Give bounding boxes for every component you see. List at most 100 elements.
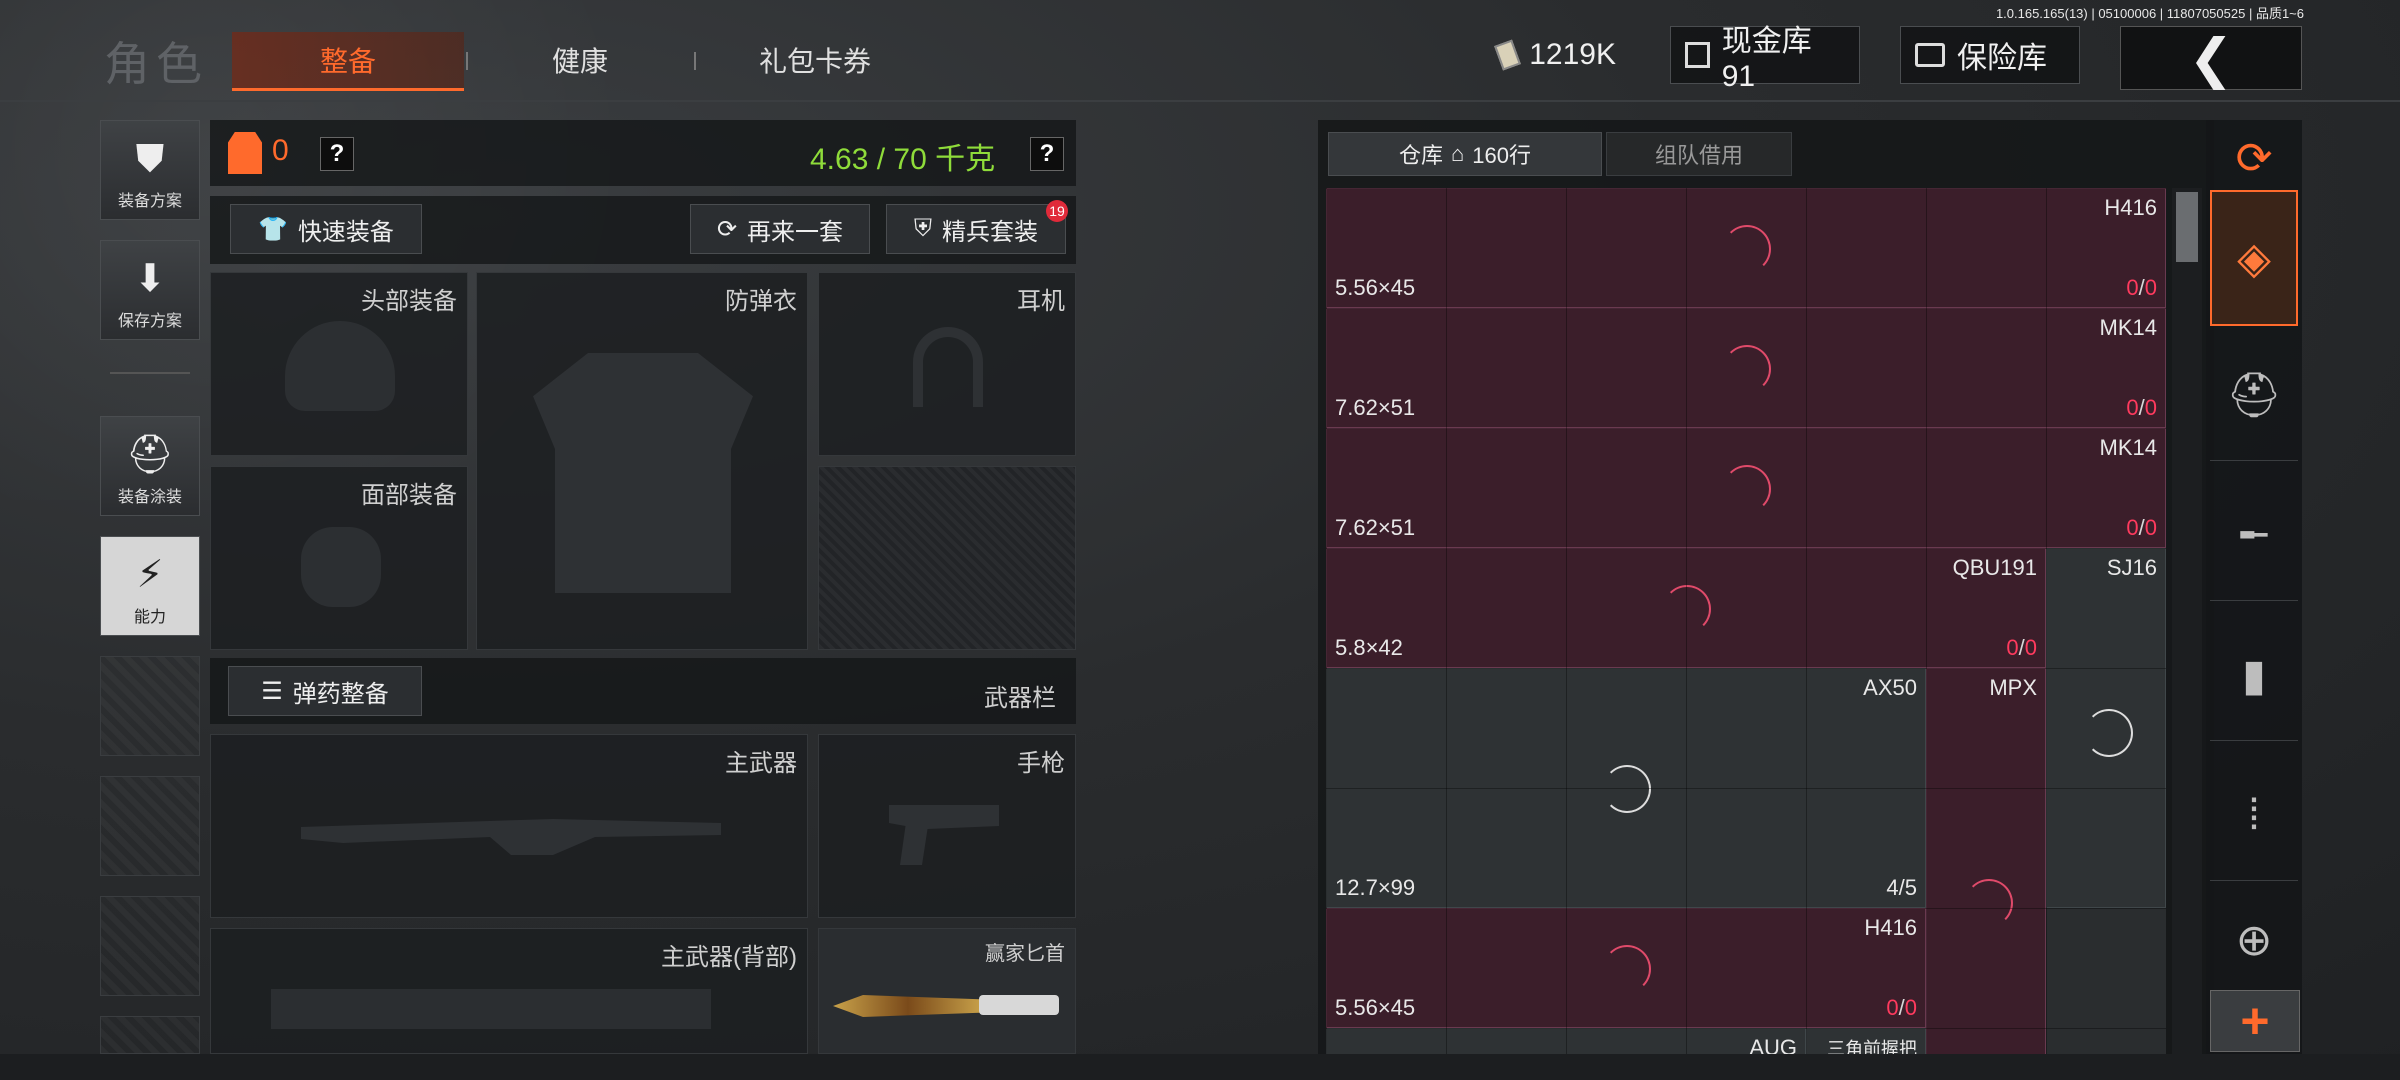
melee-slot[interactable]: 赢家匕首	[818, 928, 1076, 1054]
item-count: 0/0	[2126, 395, 2157, 420]
pistol-slot[interactable]: 手枪	[818, 734, 1076, 918]
ability-button[interactable]: ⚡ 能力	[100, 536, 200, 636]
safe-button[interactable]: 保险库	[1900, 26, 2080, 84]
warehouse-item[interactable]: MK14 7.62×51 0/0	[1326, 308, 2166, 428]
head-slot-label: 头部装备	[361, 288, 457, 315]
loading-icon	[1723, 225, 1771, 273]
item-name: MPX	[1989, 675, 2037, 700]
item-name: MK14	[2099, 435, 2157, 460]
primary-back-slot[interactable]: 主武器(背部)	[210, 928, 808, 1054]
knife-blade-icon	[833, 995, 983, 1017]
item-caliber: 12.7×99	[1335, 875, 1416, 900]
item-name: AX50	[1863, 675, 1917, 700]
save-plan-button[interactable]: ⬇ 保存方案	[100, 240, 200, 340]
weapon-bar-label: 武器栏	[984, 685, 1056, 712]
loading-icon	[2085, 709, 2133, 757]
melee-slot-label: 赢家匕首	[985, 943, 1065, 965]
armor-vest-icon	[228, 132, 262, 174]
primary-weapon-slot[interactable]: 主武器	[210, 734, 808, 918]
download-icon: ⬇	[134, 258, 166, 300]
cash-vault-button[interactable]: 现金库 91	[1670, 25, 1860, 93]
ability-label: 能力	[133, 609, 166, 626]
ability-icon: ⚡	[136, 554, 164, 596]
equipment-skin-label: 装备涂装	[117, 489, 182, 506]
shirt-icon: 👕	[258, 215, 288, 243]
item-count: 0/0	[2126, 275, 2157, 300]
another-set-label: 再来一套	[747, 218, 844, 246]
warehouse-item[interactable]: SJ16	[2046, 548, 2166, 908]
scrollbar-thumb[interactable]	[2176, 192, 2198, 262]
ammo-list-icon: ☰	[261, 677, 283, 705]
safe-label: 保险库	[1957, 42, 2047, 75]
warehouse-item[interactable]: H416 5.56×45 0/0	[1326, 188, 2166, 308]
back-button[interactable]: ❮	[2120, 26, 2302, 90]
cash-vault-label: 现金库 91	[1721, 25, 1812, 93]
loading-icon	[1663, 585, 1711, 633]
warehouse-item[interactable]: MPX	[1926, 668, 2046, 1068]
item-name: MK14	[2099, 315, 2157, 340]
magazine-icon[interactable]: ▮	[2210, 610, 2298, 741]
warehouse-item[interactable]: MK14 7.62×51 0/0	[1326, 428, 2166, 548]
warehouse-item[interactable]: QBU191 5.8×42 0/0	[1326, 548, 2046, 668]
safe-icon	[1915, 43, 1945, 67]
face-slot[interactable]: 面部装备	[210, 466, 468, 650]
earphone-slot[interactable]: 耳机	[818, 272, 1076, 456]
equipment-skin-button[interactable]: ⛑ 装备涂装	[100, 416, 200, 516]
storage-tab-label: 仓库	[1398, 143, 1443, 168]
loading-icon	[1965, 879, 2013, 927]
help-icon[interactable]: ?	[320, 137, 354, 171]
save-plan-label: 保存方案	[117, 313, 182, 330]
empty-slot	[100, 1016, 200, 1054]
shield-icon: ⛨	[914, 215, 932, 242]
primary-back-label: 主武器(背部)	[661, 944, 797, 971]
pistol-slot-label: 手枪	[1017, 750, 1065, 777]
plus-icon[interactable]: +	[2210, 990, 2300, 1052]
earphone-slot-label: 耳机	[1017, 288, 1065, 315]
currency-value: 1219K	[1529, 38, 1616, 71]
item-count: 0/0	[2006, 635, 2037, 660]
bottom-bar	[0, 1054, 2400, 1080]
scrollbar-track[interactable]	[2172, 188, 2202, 1054]
version-text: 1.0.165.165(13) | 05100006 | 11807050525…	[1995, 6, 2304, 21]
ammo-prep-button[interactable]: ☰ 弹药整备	[228, 666, 422, 716]
helmet-icon[interactable]: ⛑	[2210, 330, 2298, 461]
vault-icon	[1685, 42, 1710, 68]
knife-handle-icon	[979, 995, 1059, 1015]
headset-icon	[913, 327, 983, 407]
vest-slot[interactable]: 防弹衣	[476, 272, 808, 650]
elite-set-badge: 19	[1046, 200, 1068, 222]
quick-equip-label: 快速装备	[297, 218, 394, 246]
loadout-plan-button[interactable]: ⛊ 装备方案	[100, 120, 200, 220]
item-name: H416	[2104, 195, 2157, 220]
elite-set-button[interactable]: ⛨ 精兵套装	[886, 204, 1066, 254]
another-set-button[interactable]: ⟳ 再来一套	[690, 204, 870, 254]
rifle-icon[interactable]: ╾	[2210, 470, 2298, 601]
tab-divider	[466, 52, 468, 70]
quick-equip-button[interactable]: 👕 快速装备	[230, 204, 422, 254]
sight-icon[interactable]: ⊕	[2210, 890, 2298, 991]
loading-icon	[1723, 345, 1771, 393]
bullet-icon[interactable]: ⁞	[2210, 750, 2298, 881]
warehouse-item[interactable]: AX50 12.7×99 4/5	[1326, 668, 1926, 908]
vest-slot-label: 防弹衣	[725, 288, 797, 315]
warehouse-item[interactable]: H416 5.56×45 0/0	[1326, 908, 1926, 1028]
layers-icon[interactable]: ◈	[2210, 190, 2298, 326]
cash-icon	[1494, 39, 1522, 71]
vest-icon: ⛊	[135, 138, 165, 180]
tab-equip[interactable]: 整备	[232, 32, 464, 91]
helmet-icon	[285, 321, 395, 411]
vest-silhouette-icon	[533, 353, 753, 593]
weight-help-icon[interactable]: ?	[1030, 137, 1064, 171]
tab-team-borrow[interactable]: 组队借用	[1606, 132, 1792, 176]
tab-gift-coupons[interactable]: 礼包卡券	[700, 32, 930, 88]
item-count: 0/0	[1886, 995, 1917, 1020]
tab-health[interactable]: 健康	[470, 32, 690, 88]
tab-storage[interactable]: 仓库 ⌂ 160行	[1328, 132, 1602, 176]
item-name: H416	[1864, 915, 1917, 940]
loading-icon	[1723, 465, 1771, 513]
item-name: QBU191	[1952, 555, 2037, 580]
head-slot[interactable]: 头部装备	[210, 272, 468, 456]
armor-level: 0	[272, 134, 289, 167]
stack-refresh-icon[interactable]: ⟳	[2210, 126, 2298, 191]
item-caliber: 5.8×42	[1335, 635, 1403, 660]
